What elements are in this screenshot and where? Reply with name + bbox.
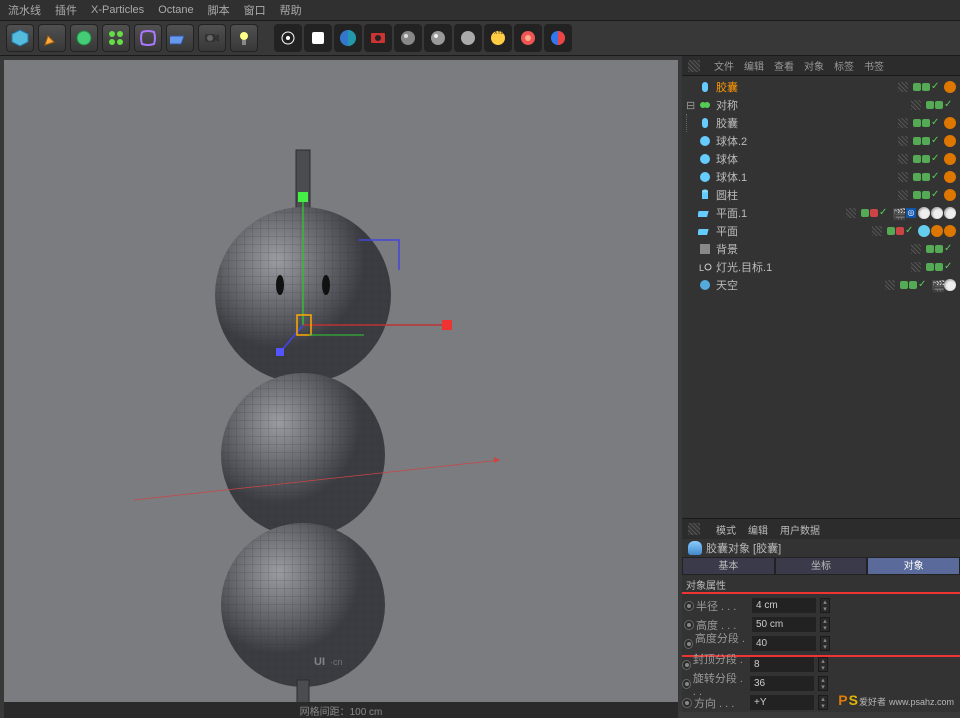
object-manager-tabs: 文件 编辑 查看 对象 标签 书签 — [682, 56, 960, 76]
axis-icon[interactable]: XYZ — [484, 24, 512, 52]
attr-tabs: 模式 编辑 用户数据 — [682, 519, 960, 539]
selection-icon[interactable] — [544, 24, 572, 52]
spinner-icon[interactable]: ▴▾ — [820, 598, 830, 613]
attr-sub-tabs: 基本 坐标 对象 — [682, 557, 960, 575]
om-tab[interactable]: 文件 — [714, 58, 734, 73]
capsule-icon — [688, 541, 702, 555]
attr-mode-tab[interactable]: 模式 — [716, 522, 736, 537]
material-ball2-icon[interactable] — [424, 24, 452, 52]
tree-item[interactable]: 平面✓ — [682, 222, 960, 240]
render-settings-icon[interactable] — [334, 24, 362, 52]
floor-icon[interactable] — [166, 24, 194, 52]
tree-item[interactable]: 圆柱✓ — [682, 186, 960, 204]
om-tab[interactable]: 对象 — [804, 58, 824, 73]
menu-item[interactable]: 流水线 — [8, 2, 41, 18]
svg-text:XYZ: XYZ — [494, 30, 504, 36]
tree-item[interactable]: 球体.1✓ — [682, 168, 960, 186]
ui-cn-watermark: UI ·cn — [314, 651, 354, 674]
tree-item[interactable]: 天空✓🎬 — [682, 276, 960, 294]
menu-item[interactable]: 脚本 — [208, 2, 230, 18]
number-input[interactable] — [752, 598, 816, 613]
render-region-icon[interactable] — [304, 24, 332, 52]
tree-item[interactable]: ⊟对称✓ — [682, 96, 960, 114]
spinner-icon[interactable]: ▴▾ — [818, 695, 828, 710]
om-tab[interactable]: 编辑 — [744, 58, 764, 73]
tree-item[interactable]: L灯光.目标.1✓ — [682, 258, 960, 276]
tree-item[interactable]: 球体✓ — [682, 150, 960, 168]
psahz-watermark: PS爱好者 www.psahz.com — [838, 692, 954, 708]
panel-spacer — [682, 296, 960, 518]
om-tab[interactable]: 书签 — [864, 58, 884, 73]
array-icon[interactable] — [102, 24, 130, 52]
pen-tool-icon[interactable] — [38, 24, 66, 52]
spinner-icon[interactable]: ▴▾ — [820, 617, 830, 632]
material-ball-icon[interactable] — [394, 24, 422, 52]
svg-text:·cn: ·cn — [330, 657, 343, 667]
main-toolbar: XYZ — [0, 20, 960, 56]
number-input[interactable] — [752, 636, 816, 651]
tree-item[interactable]: 背景✓ — [682, 240, 960, 258]
menu-item[interactable]: Octane — [158, 4, 193, 16]
render-view-icon[interactable] — [274, 24, 302, 52]
picture-viewer-icon[interactable] — [364, 24, 392, 52]
number-input[interactable] — [750, 676, 814, 691]
tree-item[interactable]: 球体.2✓ — [682, 132, 960, 150]
menu-item[interactable]: X-Particles — [91, 4, 144, 16]
tree-item[interactable]: 胶囊✓ — [682, 78, 960, 96]
cube-primitive-icon[interactable] — [6, 24, 34, 52]
attr-object-title: 胶囊对象 [胶囊] — [682, 539, 960, 557]
viewport-status: 网格间距：100 cm — [4, 702, 678, 718]
attr-row: 半径 . . .▴▾ — [684, 596, 958, 615]
menu-item[interactable]: 帮助 — [280, 2, 302, 18]
attr-row: 旋转分段 . . .▴▾ — [682, 674, 960, 693]
number-input[interactable] — [750, 695, 814, 710]
nurbs-icon[interactable] — [70, 24, 98, 52]
attr-tab-object[interactable]: 对象 — [867, 557, 960, 575]
right-panel: 文件 编辑 查看 对象 标签 书签 胶囊✓⊟对称✓胶囊✓球体.2✓球体✓球体.1… — [682, 56, 960, 712]
viewport-container: ✥ ⊕ ⟲ □ — [0, 56, 682, 712]
attr-mode-tab[interactable]: 用户数据 — [780, 522, 820, 537]
attribute-manager: 模式 编辑 用户数据 胶囊对象 [胶囊] 基本 坐标 对象 对象属性 半径 . … — [682, 518, 960, 712]
menu-bar: 流水线 插件 X-Particles Octane 脚本 窗口 帮助 — [0, 0, 960, 20]
tree-item[interactable]: 平面.1✓🎬◎ — [682, 204, 960, 222]
menu-item[interactable]: 插件 — [55, 2, 77, 18]
camera-icon[interactable] — [198, 24, 226, 52]
grip-icon[interactable] — [688, 60, 700, 72]
object-tree[interactable]: 胶囊✓⊟对称✓胶囊✓球体.2✓球体✓球体.1✓圆柱✓平面.1✓🎬◎平面✓背景✓L… — [682, 76, 960, 296]
light-icon[interactable] — [230, 24, 258, 52]
spinner-icon[interactable]: ▴▾ — [818, 676, 828, 691]
tree-item[interactable]: 胶囊✓ — [682, 114, 960, 132]
om-tab[interactable]: 标签 — [834, 58, 854, 73]
material-ball3-icon[interactable] — [454, 24, 482, 52]
number-input[interactable] — [752, 617, 816, 632]
deformer-icon[interactable] — [134, 24, 162, 52]
snap-icon[interactable] — [514, 24, 542, 52]
perspective-viewport[interactable]: UI ·cn — [4, 60, 678, 702]
attr-tab-coord[interactable]: 坐标 — [775, 557, 868, 575]
menu-item[interactable]: 窗口 — [244, 2, 266, 18]
number-input[interactable] — [750, 657, 814, 672]
spinner-icon[interactable]: ▴▾ — [820, 636, 830, 651]
attr-tab-basic[interactable]: 基本 — [682, 557, 775, 575]
svg-text:L: L — [699, 263, 704, 273]
om-tab[interactable]: 查看 — [774, 58, 794, 73]
attr-mode-tab[interactable]: 编辑 — [748, 522, 768, 537]
spinner-icon[interactable]: ▴▾ — [818, 657, 828, 672]
grip-icon[interactable] — [688, 523, 700, 535]
svg-text:UI: UI — [314, 656, 325, 668]
